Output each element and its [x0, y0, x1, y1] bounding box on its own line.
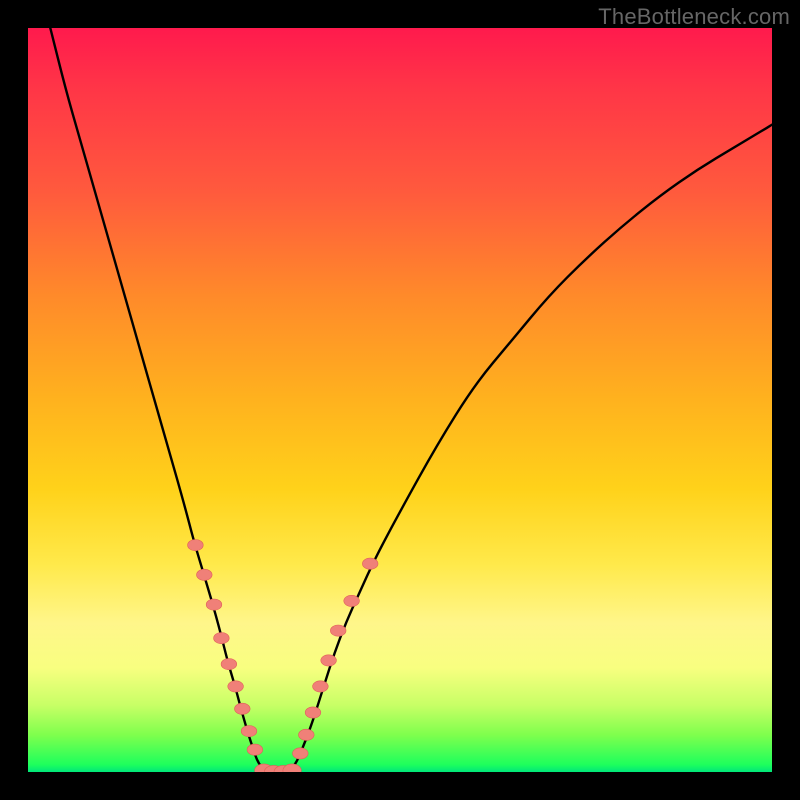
curve-marker: [188, 540, 204, 551]
chart-svg: [28, 28, 772, 772]
curve-marker: [228, 681, 244, 692]
curve-marker: [264, 765, 282, 772]
curve-marker: [274, 765, 292, 772]
curve-marker: [299, 729, 315, 740]
curve-marker: [330, 625, 346, 636]
curve-marker: [362, 558, 378, 569]
curve-marker: [305, 707, 321, 718]
watermark-label: TheBottleneck.com: [598, 4, 790, 30]
curve-marker: [321, 655, 337, 666]
bottleneck-curve: [50, 28, 772, 770]
curve-markers: [188, 540, 378, 773]
curve-marker: [247, 744, 263, 755]
curve-marker: [283, 764, 301, 772]
curve-marker: [293, 748, 309, 759]
curve-marker: [344, 595, 360, 606]
curve-marker: [241, 726, 257, 737]
chart-frame: TheBottleneck.com: [0, 0, 800, 800]
curve-marker: [197, 569, 213, 580]
plot-area: [28, 28, 772, 772]
curve-marker: [255, 764, 273, 772]
curve-marker: [214, 633, 230, 644]
curve-marker: [235, 703, 251, 714]
curve-marker: [313, 681, 329, 692]
curve-marker: [221, 659, 237, 670]
curve-marker: [206, 599, 222, 610]
